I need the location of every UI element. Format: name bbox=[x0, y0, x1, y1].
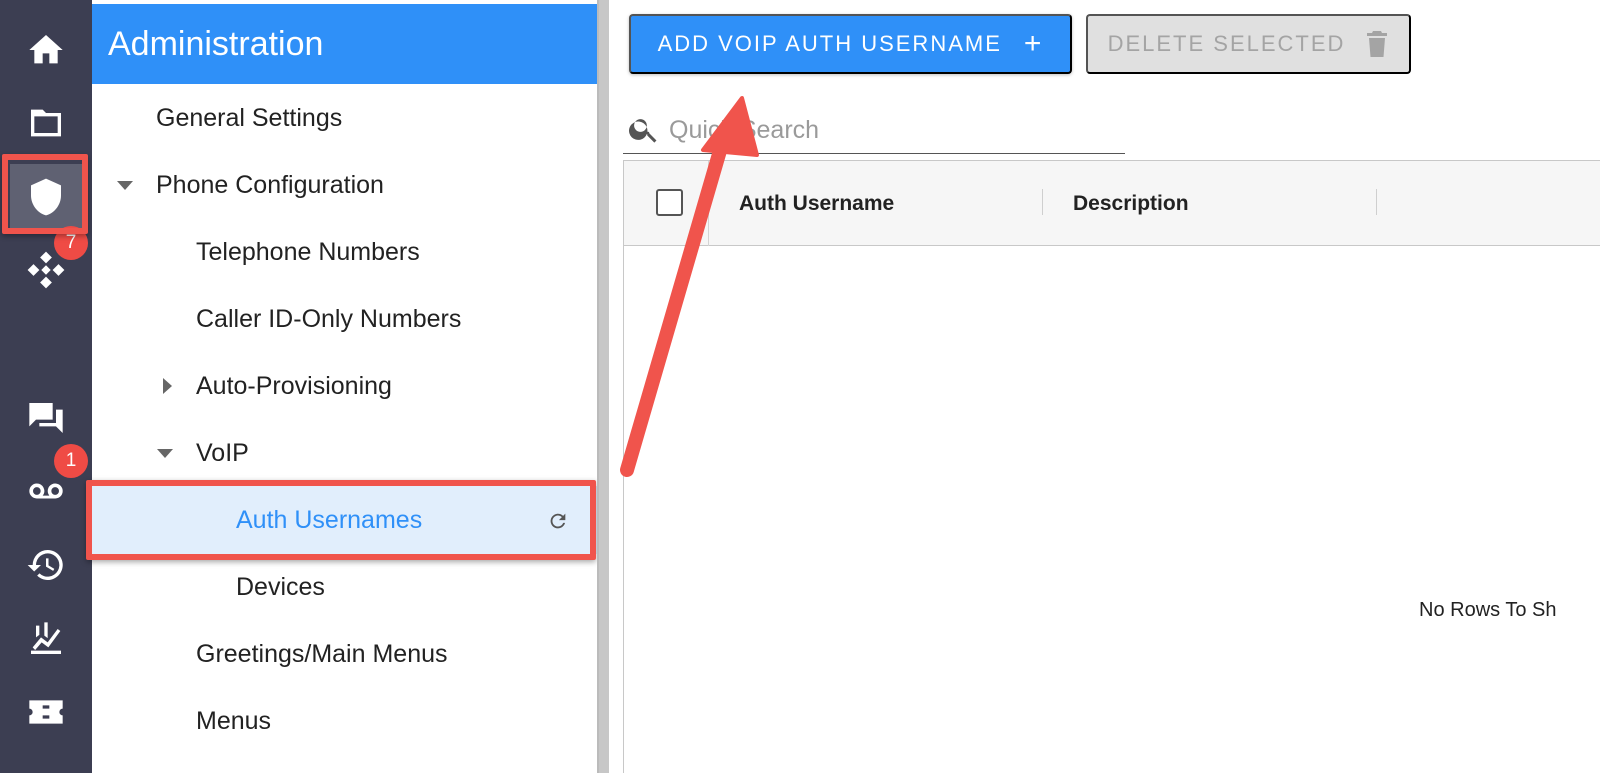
caret-down-icon[interactable] bbox=[117, 181, 133, 190]
nav-item-telephone-numbers[interactable]: Telephone Numbers bbox=[92, 218, 597, 286]
caret-right-icon[interactable] bbox=[163, 378, 172, 394]
quick-search bbox=[623, 104, 1125, 154]
nav-title: Administration bbox=[92, 4, 597, 84]
analytics-icon bbox=[31, 622, 61, 654]
auth-usernames-table: Auth Username Description No Rows To Sh bbox=[623, 160, 1600, 773]
nav-item-greetings-main-menus[interactable]: Greetings/Main Menus bbox=[92, 620, 597, 688]
nav-item-devices[interactable]: Devices bbox=[92, 553, 597, 621]
rail-files[interactable] bbox=[0, 93, 92, 153]
nav-item-label: Caller ID-Only Numbers bbox=[196, 304, 462, 333]
trash-icon bbox=[1367, 31, 1388, 57]
rail-tickets[interactable] bbox=[0, 682, 92, 742]
table-header: Auth Username Description bbox=[624, 161, 1600, 246]
rail-analytics[interactable] bbox=[0, 609, 92, 669]
nav-item-label: Phone Configuration bbox=[156, 170, 384, 199]
nav-item-label: Auth Usernames bbox=[236, 505, 423, 534]
nav-item-label: Menus bbox=[196, 706, 272, 735]
voicemail-icon bbox=[29, 483, 63, 499]
delete-button-label: DELETE SELECTED bbox=[1107, 31, 1346, 56]
ticket-icon bbox=[29, 700, 63, 724]
nav-item-auth-usernames[interactable]: Auth Usernames bbox=[92, 486, 597, 554]
column-header-description[interactable]: Description bbox=[1073, 161, 1189, 246]
icon-rail: 7 1 bbox=[0, 0, 92, 773]
search-icon bbox=[629, 119, 657, 143]
column-header-auth-username[interactable]: Auth Username bbox=[739, 161, 894, 246]
column-resize-handle[interactable] bbox=[1376, 189, 1377, 215]
add-button-label: ADD VOIP AUTH USERNAME bbox=[657, 31, 1002, 56]
nav-item-phone-configuration[interactable]: Phone Configuration bbox=[92, 151, 597, 219]
column-resize-handle[interactable] bbox=[1042, 189, 1043, 215]
nav-item-menus[interactable]: Menus bbox=[92, 687, 597, 755]
empty-table-message: No Rows To Sh bbox=[1419, 599, 1557, 621]
nav-item-label: Devices bbox=[236, 572, 325, 601]
panel-splitter[interactable] bbox=[597, 0, 609, 773]
add-voip-auth-username-button[interactable]: ADD VOIP AUTH USERNAME + bbox=[629, 14, 1072, 74]
main-content: ADD VOIP AUTH USERNAME + DELETE SELECTED… bbox=[609, 0, 1600, 773]
plus-icon: + bbox=[1023, 27, 1044, 60]
refresh-icon[interactable] bbox=[547, 510, 569, 532]
network-badge: 7 bbox=[54, 226, 88, 260]
shield-icon bbox=[31, 178, 61, 216]
home-icon bbox=[29, 35, 63, 64]
nav-item-general-settings[interactable]: General Settings bbox=[92, 84, 597, 152]
nav-item-label: Greetings/Main Menus bbox=[196, 639, 448, 668]
history-icon bbox=[27, 549, 63, 580]
select-all-checkbox[interactable] bbox=[656, 189, 683, 216]
delete-selected-button[interactable]: DELETE SELECTED bbox=[1086, 14, 1411, 74]
caret-down-icon[interactable] bbox=[157, 449, 173, 458]
search-input[interactable] bbox=[669, 114, 1109, 146]
chat-icon bbox=[29, 403, 63, 433]
folder-icon bbox=[31, 109, 61, 137]
admin-nav-panel: Administration General Settings Phone Co… bbox=[92, 0, 597, 773]
rail-home[interactable] bbox=[0, 20, 92, 80]
nav-item-auto-provisioning[interactable]: Auto-Provisioning bbox=[92, 352, 597, 420]
nav-item-label: Auto-Provisioning bbox=[196, 371, 392, 400]
nav-item-label: General Settings bbox=[156, 103, 343, 132]
rail-history[interactable] bbox=[0, 535, 92, 595]
nav-item-label: VoIP bbox=[196, 438, 249, 467]
rail-administration[interactable] bbox=[0, 163, 92, 231]
voicemail-badge: 1 bbox=[54, 444, 88, 478]
rail-chat[interactable] bbox=[0, 388, 92, 448]
nav-item-voip[interactable]: VoIP bbox=[92, 419, 597, 487]
nav-item-caller-id-only-numbers[interactable]: Caller ID-Only Numbers bbox=[92, 285, 597, 353]
nav-item-label: Telephone Numbers bbox=[196, 237, 420, 266]
